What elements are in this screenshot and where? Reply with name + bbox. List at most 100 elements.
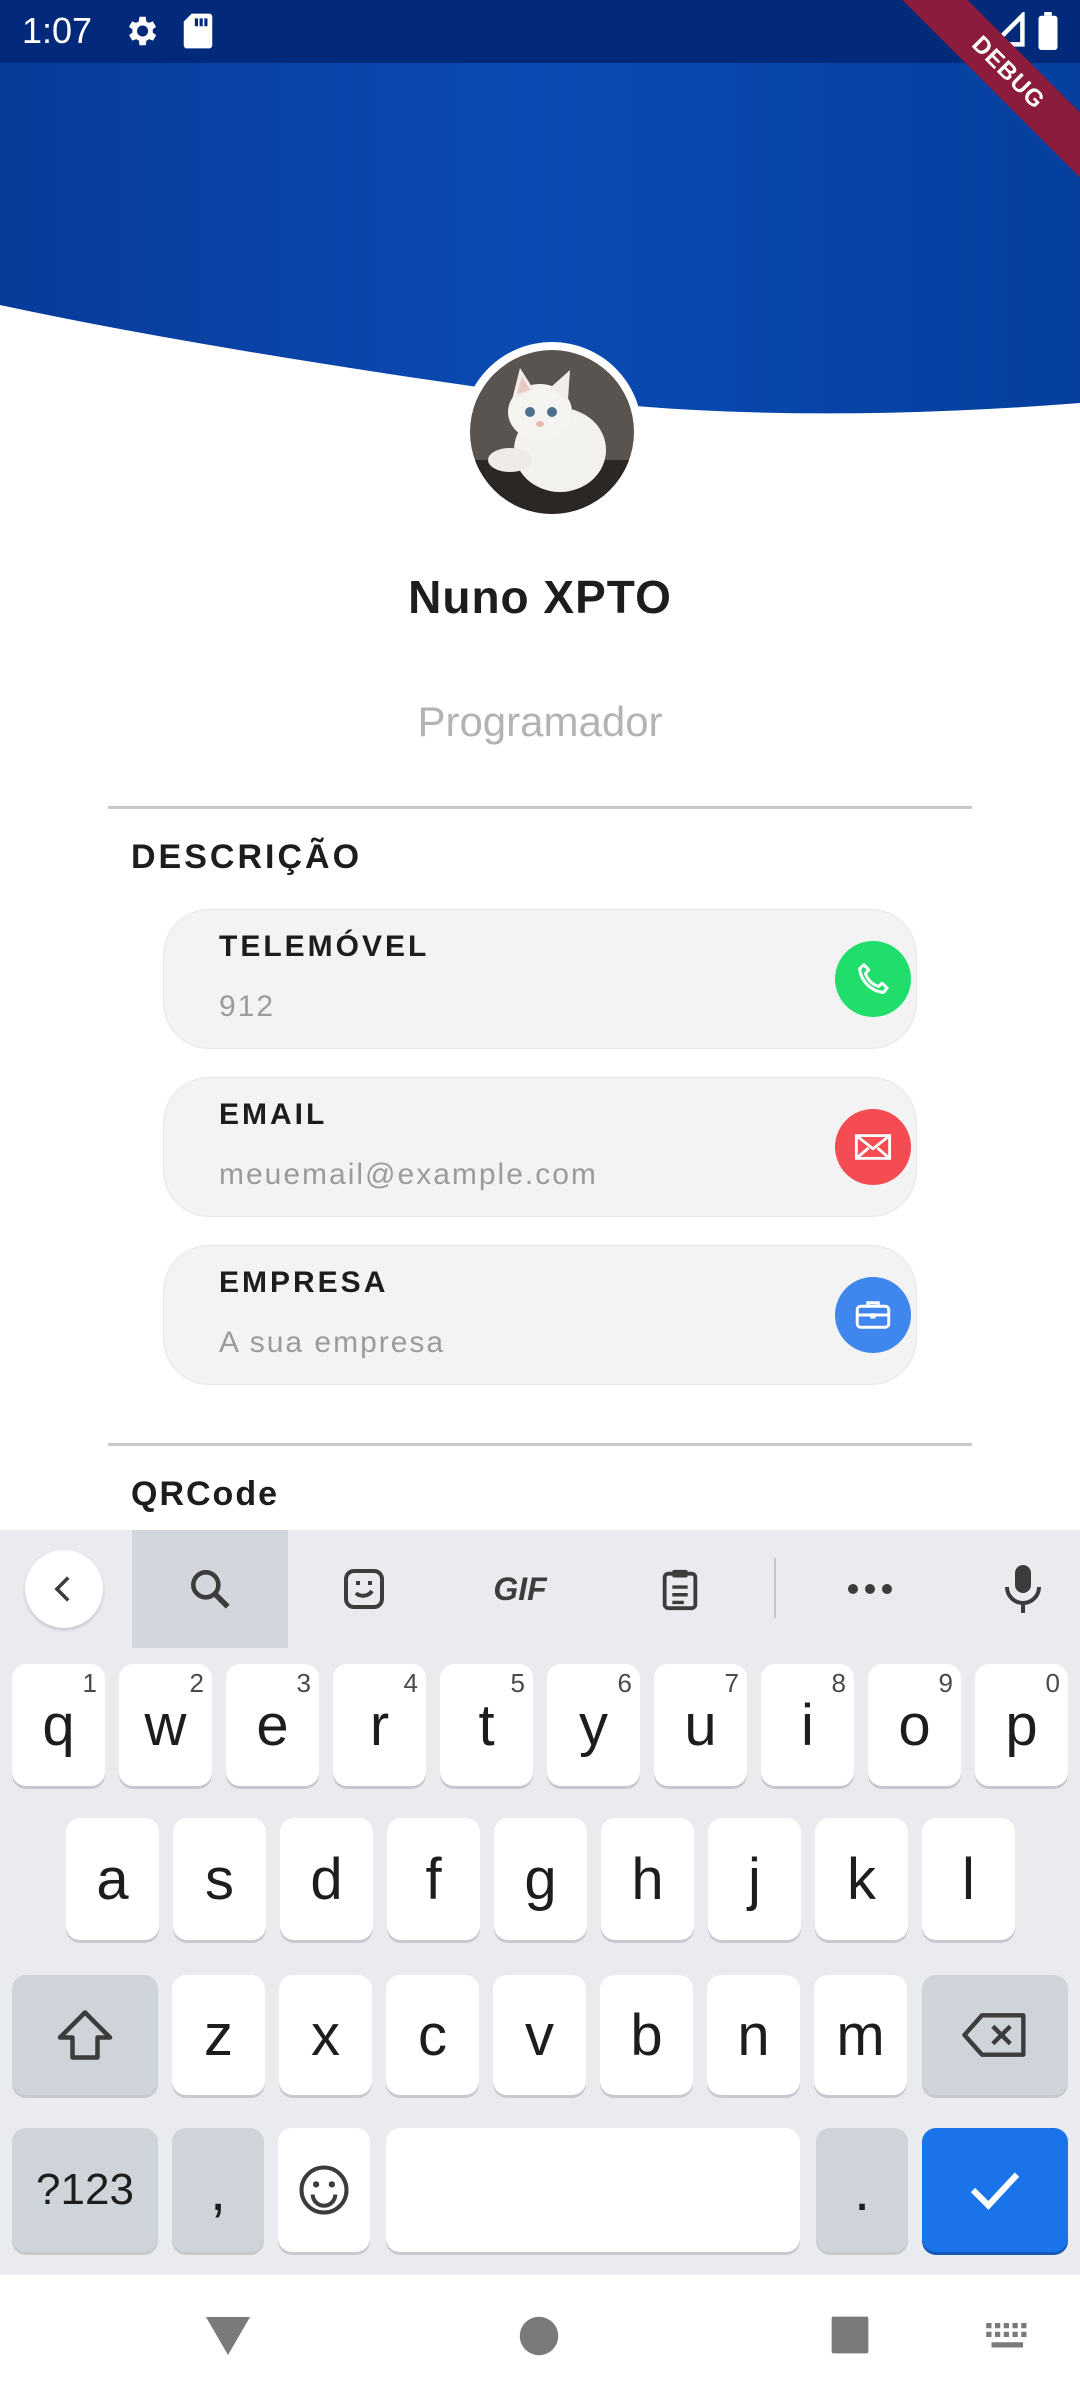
card-phone[interactable]: TELEMÓVEL 912 <box>163 909 917 1049</box>
nav-back-icon[interactable] <box>204 2313 252 2357</box>
key-number-hint: 5 <box>510 1668 525 1698</box>
divider <box>108 1443 972 1446</box>
done-key[interactable] <box>922 2128 1068 2252</box>
key-m[interactable]: m <box>814 1975 907 2095</box>
toolbar-more[interactable] <box>826 1530 914 1648</box>
key-q[interactable]: q1 <box>12 1664 105 1786</box>
card-company[interactable]: EMPRESA A sua empresa <box>163 1245 917 1385</box>
key-e[interactable]: e3 <box>226 1664 319 1786</box>
key-w[interactable]: w2 <box>119 1664 212 1786</box>
nav-recents-icon[interactable] <box>830 2315 870 2355</box>
key-number-hint: 2 <box>189 1668 204 1698</box>
key-label: j <box>748 1846 761 1912</box>
toolbar-sticker[interactable] <box>320 1530 408 1648</box>
key-number-hint: 1 <box>82 1668 97 1698</box>
back-icon <box>54 1576 70 1602</box>
card-email[interactable]: EMAIL meuemail@example.com <box>163 1077 917 1217</box>
key-h[interactable]: h <box>601 1818 694 1940</box>
comma-key[interactable]: , <box>172 2128 264 2252</box>
key-label: a <box>96 1846 129 1912</box>
key-label: t <box>478 1692 495 1758</box>
search-icon <box>191 1570 230 1609</box>
toolbar-gif[interactable]: GIF <box>470 1530 570 1648</box>
card-label: EMAIL <box>219 1098 328 1131</box>
more-icon <box>848 1584 892 1594</box>
key-a[interactable]: a <box>66 1818 159 1940</box>
mic-icon <box>1005 1565 1041 1613</box>
key-t[interactable]: t5 <box>440 1664 533 1786</box>
key-y[interactable]: y6 <box>547 1664 640 1786</box>
key-u[interactable]: u7 <box>654 1664 747 1786</box>
keyboard-switch-icon[interactable] <box>986 2323 1032 2351</box>
key-s[interactable]: s <box>173 1818 266 1940</box>
key-r[interactable]: r4 <box>333 1664 426 1786</box>
key-label: n <box>737 2002 770 2068</box>
settings-icon <box>128 16 157 46</box>
phone-button[interactable] <box>835 941 911 1017</box>
key-label: z <box>204 2002 233 2068</box>
battery-icon <box>1038 12 1058 50</box>
key-label: r <box>369 1692 390 1758</box>
toolbar-mic[interactable] <box>986 1530 1060 1648</box>
sticker-icon <box>344 1569 384 1609</box>
avatar[interactable] <box>462 342 642 522</box>
key-label: o <box>898 1692 931 1758</box>
key-c[interactable]: c <box>386 1975 479 2095</box>
divider <box>108 806 972 809</box>
email-input[interactable]: meuemail@example.com <box>219 1158 598 1192</box>
key-g[interactable]: g <box>494 1818 587 1940</box>
kitten-photo <box>470 350 634 514</box>
toolbar-back[interactable] <box>22 1530 106 1648</box>
key-number-hint: 0 <box>1045 1668 1060 1698</box>
nav-home-icon[interactable] <box>518 2315 560 2357</box>
key-z[interactable]: z <box>172 1975 265 2095</box>
profile-role[interactable]: Programador <box>0 698 1080 746</box>
keyboard: GIF ?123 , . q1w2e3r4t5y6u7i8o9p0asdfghj… <box>0 1530 1080 2275</box>
key-o[interactable]: o9 <box>868 1664 961 1786</box>
company-button[interactable] <box>835 1277 911 1353</box>
key-number-hint: 8 <box>831 1668 846 1698</box>
emoji-key[interactable] <box>278 2128 370 2252</box>
toolbar-clipboard[interactable] <box>636 1530 724 1648</box>
key-n[interactable]: n <box>707 1975 800 2095</box>
company-input[interactable]: A sua empresa <box>219 1326 445 1360</box>
shift-icon <box>57 2010 113 2060</box>
key-f[interactable]: f <box>387 1818 480 1940</box>
shift-key[interactable] <box>12 1975 158 2095</box>
key-j[interactable]: j <box>708 1818 801 1940</box>
sd-card-icon <box>183 13 213 49</box>
profile-name: Nuno XPTO <box>408 571 672 623</box>
key-number-hint: 4 <box>403 1668 418 1698</box>
key-k[interactable]: k <box>815 1818 908 1940</box>
key-label: p <box>1005 1692 1038 1758</box>
mail-icon <box>854 1134 892 1160</box>
space-key[interactable] <box>386 2128 800 2252</box>
key-number-hint: 9 <box>938 1668 953 1698</box>
check-icon <box>970 2172 1020 2210</box>
key-number-hint: 7 <box>724 1668 739 1698</box>
key-number-hint: 6 <box>617 1668 632 1698</box>
email-button[interactable] <box>835 1109 911 1185</box>
briefcase-icon <box>855 1301 891 1329</box>
backspace-key[interactable] <box>922 1975 1068 2095</box>
period-key[interactable]: . <box>816 2128 908 2252</box>
toolbar-search[interactable] <box>132 1530 288 1648</box>
key-v[interactable]: v <box>493 1975 586 2095</box>
key-label: i <box>801 1692 814 1758</box>
symbols-key[interactable]: ?123 <box>12 2128 158 2252</box>
toolbar-separator <box>774 1558 776 1618</box>
phone-input[interactable]: 912 <box>219 990 275 1024</box>
key-label: v <box>525 2002 554 2068</box>
key-x[interactable]: x <box>279 1975 372 2095</box>
section-title-qrcode: QRCode <box>131 1475 279 1513</box>
card-label: EMPRESA <box>219 1266 389 1299</box>
key-l[interactable]: l <box>922 1818 1015 1940</box>
key-label: y <box>579 1692 608 1758</box>
key-i[interactable]: i8 <box>761 1664 854 1786</box>
key-p[interactable]: p0 <box>975 1664 1068 1786</box>
key-b[interactable]: b <box>600 1975 693 2095</box>
backspace-icon <box>962 2013 1026 2057</box>
key-d[interactable]: d <box>280 1818 373 1940</box>
key-label: d <box>310 1846 343 1912</box>
card-label: TELEMÓVEL <box>219 930 430 963</box>
